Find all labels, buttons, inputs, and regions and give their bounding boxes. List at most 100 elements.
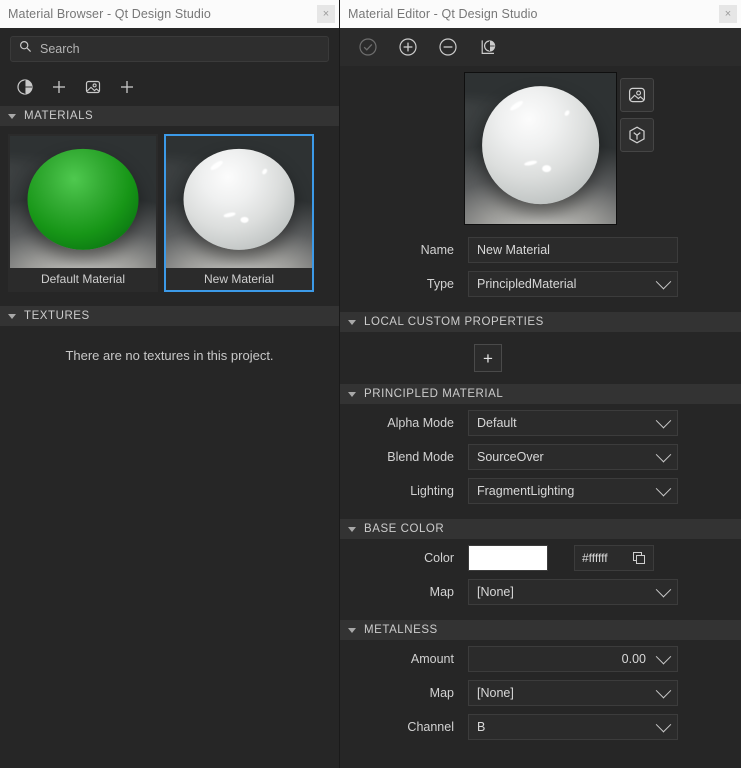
type-select[interactable]: PrincipledMaterial	[468, 271, 678, 297]
base-color-row: Color #ffffff	[340, 544, 741, 572]
section-header-metalness[interactable]: METALNESS	[340, 620, 741, 640]
base-color-label: Color	[424, 551, 454, 565]
chevron-down-icon	[8, 113, 16, 119]
material-card-default[interactable]: Default Material	[8, 134, 158, 292]
section-label-principled-material: PRINCIPLED MATERIAL	[364, 388, 504, 400]
name-input[interactable]: New Material	[468, 237, 678, 263]
metalness-map-label: Map	[429, 686, 454, 700]
preview-environment-icon[interactable]	[620, 78, 654, 112]
metalness-map-row: Map [None]	[340, 679, 741, 707]
lighting-row: Lighting FragmentLighting	[340, 477, 741, 505]
section-header-textures[interactable]: TEXTURES	[0, 306, 339, 326]
add-material-icon[interactable]	[14, 76, 36, 98]
preview-model-icon[interactable]	[620, 118, 654, 152]
base-color-map-row: Map [None]	[340, 578, 741, 606]
chevron-down-icon	[8, 313, 16, 319]
material-preview-area	[340, 66, 741, 231]
create-new-material-icon[interactable]	[396, 35, 420, 59]
chevron-down-icon	[655, 581, 672, 597]
color-swatch[interactable]	[468, 545, 548, 571]
textures-empty-message: There are no textures in this project.	[0, 326, 339, 385]
base-color-map-select[interactable]: [None]	[468, 579, 678, 605]
metalness-map-select[interactable]: [None]	[468, 680, 678, 706]
material-browser-body: Search MATERIALS Default Material New Ma…	[0, 28, 339, 768]
blend-mode-value: SourceOver	[477, 450, 544, 464]
type-value: PrincipledMaterial	[477, 277, 577, 291]
chevron-down-icon	[655, 480, 672, 496]
app-root: Material Browser - Qt Design Studio × Se…	[0, 0, 741, 768]
plus-icon[interactable]	[48, 76, 70, 98]
add-texture-icon[interactable]	[82, 76, 104, 98]
copy-icon[interactable]	[633, 551, 646, 565]
section-header-local-custom-properties[interactable]: LOCAL CUSTOM PROPERTIES	[340, 312, 741, 332]
apply-to-selected-icon[interactable]	[356, 35, 380, 59]
material-editor-panel: Material Editor - Qt Design Studio × Nam…	[340, 0, 741, 768]
section-header-principled-material[interactable]: PRINCIPLED MATERIAL	[340, 384, 741, 404]
delete-material-icon[interactable]	[436, 35, 460, 59]
alpha-mode-select[interactable]: Default	[468, 410, 678, 436]
base-color-map-value: [None]	[477, 585, 514, 599]
material-editor-title: Material Editor - Qt Design Studio	[348, 7, 538, 21]
add-custom-property-button[interactable]: +	[474, 344, 502, 372]
search-icon	[19, 40, 32, 58]
metalness-amount-input[interactable]: 0.00	[468, 646, 678, 672]
material-card-label: Default Material	[10, 268, 156, 290]
color-hex-input[interactable]: #ffffff	[574, 545, 654, 571]
material-editor-body: Name New Material Type PrincipledMateria…	[340, 28, 741, 768]
section-label-materials: MATERIALS	[24, 110, 94, 122]
material-editor-toolbar	[340, 28, 741, 66]
chevron-down-icon	[655, 446, 672, 462]
name-row: Name New Material	[340, 236, 741, 264]
material-browser-close-icon[interactable]: ×	[317, 5, 335, 23]
material-browser-title: Material Browser - Qt Design Studio	[8, 7, 211, 21]
material-card-label: New Material	[166, 268, 312, 290]
chevron-down-icon	[348, 627, 356, 633]
search-placeholder: Search	[40, 42, 80, 56]
chevron-down-icon	[655, 716, 672, 732]
chevron-down-icon	[348, 526, 356, 532]
search-row: Search	[0, 28, 339, 68]
material-browser-titlebar: Material Browser - Qt Design Studio ×	[0, 0, 339, 28]
base-color-map-label: Map	[429, 585, 454, 599]
material-card-new[interactable]: New Material	[164, 134, 314, 292]
section-label-base-color: BASE COLOR	[364, 523, 445, 535]
material-identity-block: Name New Material Type PrincipledMateria…	[340, 231, 741, 312]
blend-mode-row: Blend Mode SourceOver	[340, 443, 741, 471]
type-row: Type PrincipledMaterial	[340, 270, 741, 298]
material-thumbnail	[166, 136, 312, 268]
section-label-metalness: METALNESS	[364, 624, 438, 636]
alpha-mode-row: Alpha Mode Default	[340, 409, 741, 437]
metalness-channel-row: Channel B	[340, 713, 741, 741]
chevron-down-icon	[655, 682, 672, 698]
material-preview[interactable]	[464, 72, 617, 225]
preview-side-buttons	[620, 78, 654, 152]
chevron-down-icon	[655, 412, 672, 428]
principled-material-block: Alpha Mode Default Blend Mode SourceOver…	[340, 404, 741, 519]
metalness-channel-select[interactable]: B	[468, 714, 678, 740]
search-input[interactable]: Search	[10, 36, 329, 62]
lighting-value: FragmentLighting	[477, 484, 575, 498]
section-header-base-color[interactable]: BASE COLOR	[340, 519, 741, 539]
name-label: Name	[420, 243, 454, 257]
chevron-down-icon[interactable]	[655, 648, 672, 664]
section-header-materials[interactable]: MATERIALS	[0, 106, 339, 126]
blend-mode-label: Blend Mode	[387, 450, 454, 464]
browser-filler	[0, 385, 339, 768]
blend-mode-select[interactable]: SourceOver	[468, 444, 678, 470]
open-material-browser-icon[interactable]	[476, 35, 500, 59]
chevron-down-icon	[348, 391, 356, 397]
lighting-select[interactable]: FragmentLighting	[468, 478, 678, 504]
plus-icon[interactable]	[116, 76, 138, 98]
chevron-down-icon	[655, 273, 672, 289]
metalness-block: Amount 0.00 Map [None] Channel B	[340, 640, 741, 755]
material-editor-titlebar: Material Editor - Qt Design Studio ×	[340, 0, 741, 28]
type-label: Type	[426, 277, 454, 291]
metalness-amount-label: Amount	[410, 652, 454, 666]
material-browser-toolbar	[0, 68, 339, 106]
metalness-channel-label: Channel	[407, 720, 454, 734]
metalness-amount-row: Amount 0.00	[340, 645, 741, 673]
alpha-mode-value: Default	[477, 416, 517, 430]
material-editor-close-icon[interactable]: ×	[719, 5, 737, 23]
section-label-textures: TEXTURES	[24, 310, 90, 322]
lighting-label: Lighting	[410, 484, 454, 498]
